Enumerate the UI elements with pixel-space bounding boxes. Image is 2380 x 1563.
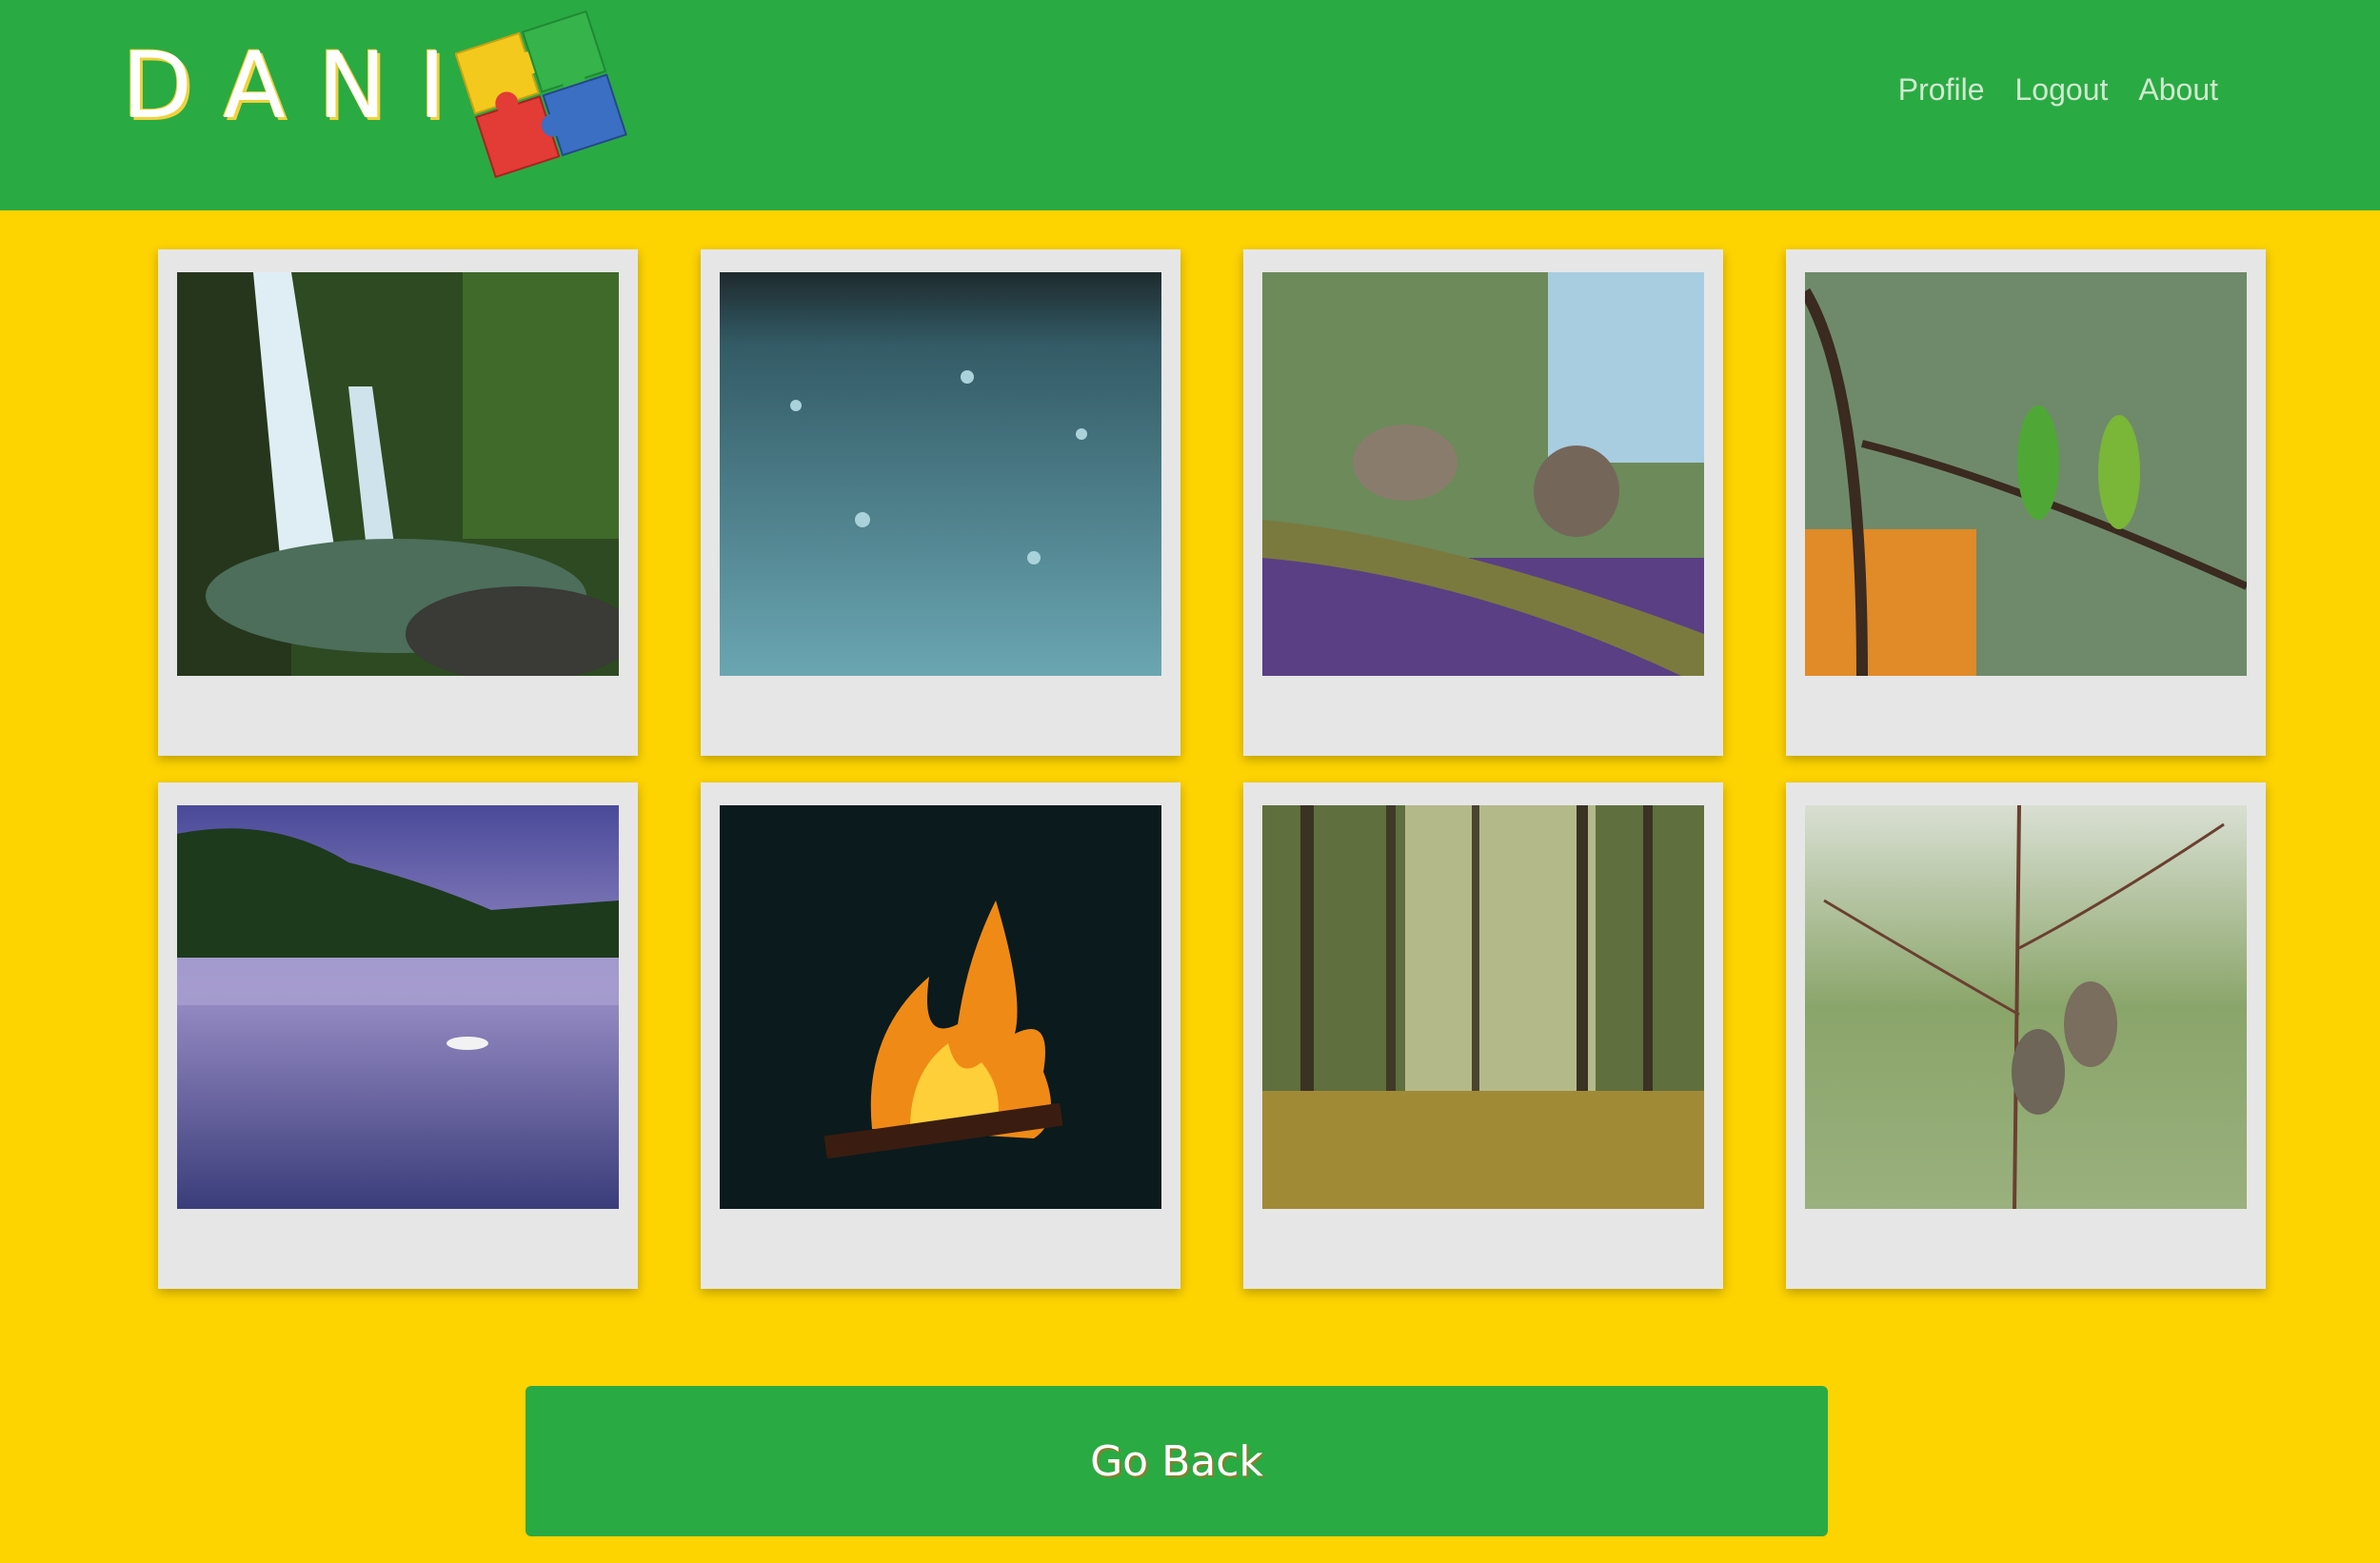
- forest-photo[interactable]: [1262, 805, 1704, 1209]
- gallery-card[interactable]: [701, 782, 1180, 1289]
- parrots-on-branch-photo[interactable]: [1805, 272, 2247, 676]
- top-nav: Profile Logout About: [1898, 69, 2218, 110]
- puzzle-logo-icon: [455, 10, 627, 179]
- nav-profile-link[interactable]: Profile: [1898, 69, 1985, 110]
- photo-gallery: [158, 249, 2266, 1289]
- go-back-container: Go Back: [526, 1386, 1828, 1536]
- gallery-card[interactable]: [701, 249, 1180, 756]
- site-header: DANI Profile Logout About: [0, 0, 2380, 210]
- nav-about-link[interactable]: About: [2138, 69, 2218, 110]
- birds-on-twigs-photo[interactable]: [1805, 805, 2247, 1209]
- gallery-card[interactable]: [1786, 249, 2266, 756]
- swan-lake-photo[interactable]: [177, 805, 619, 1209]
- gallery-card[interactable]: [1786, 782, 2266, 1289]
- waterfall-photo[interactable]: [177, 272, 619, 676]
- logo-text[interactable]: DANI: [122, 29, 478, 143]
- nav-logout-link[interactable]: Logout: [2015, 69, 2109, 110]
- gallery-card[interactable]: [1243, 249, 1723, 756]
- gallery-card[interactable]: [1243, 782, 1723, 1289]
- sparrows-on-branch-photo[interactable]: [1262, 272, 1704, 676]
- gallery-card[interactable]: [158, 249, 638, 756]
- go-back-button[interactable]: Go Back: [526, 1386, 1828, 1536]
- campfire-photo[interactable]: [720, 805, 1161, 1209]
- rain-water-photo[interactable]: [720, 272, 1161, 676]
- gallery-card[interactable]: [158, 782, 638, 1289]
